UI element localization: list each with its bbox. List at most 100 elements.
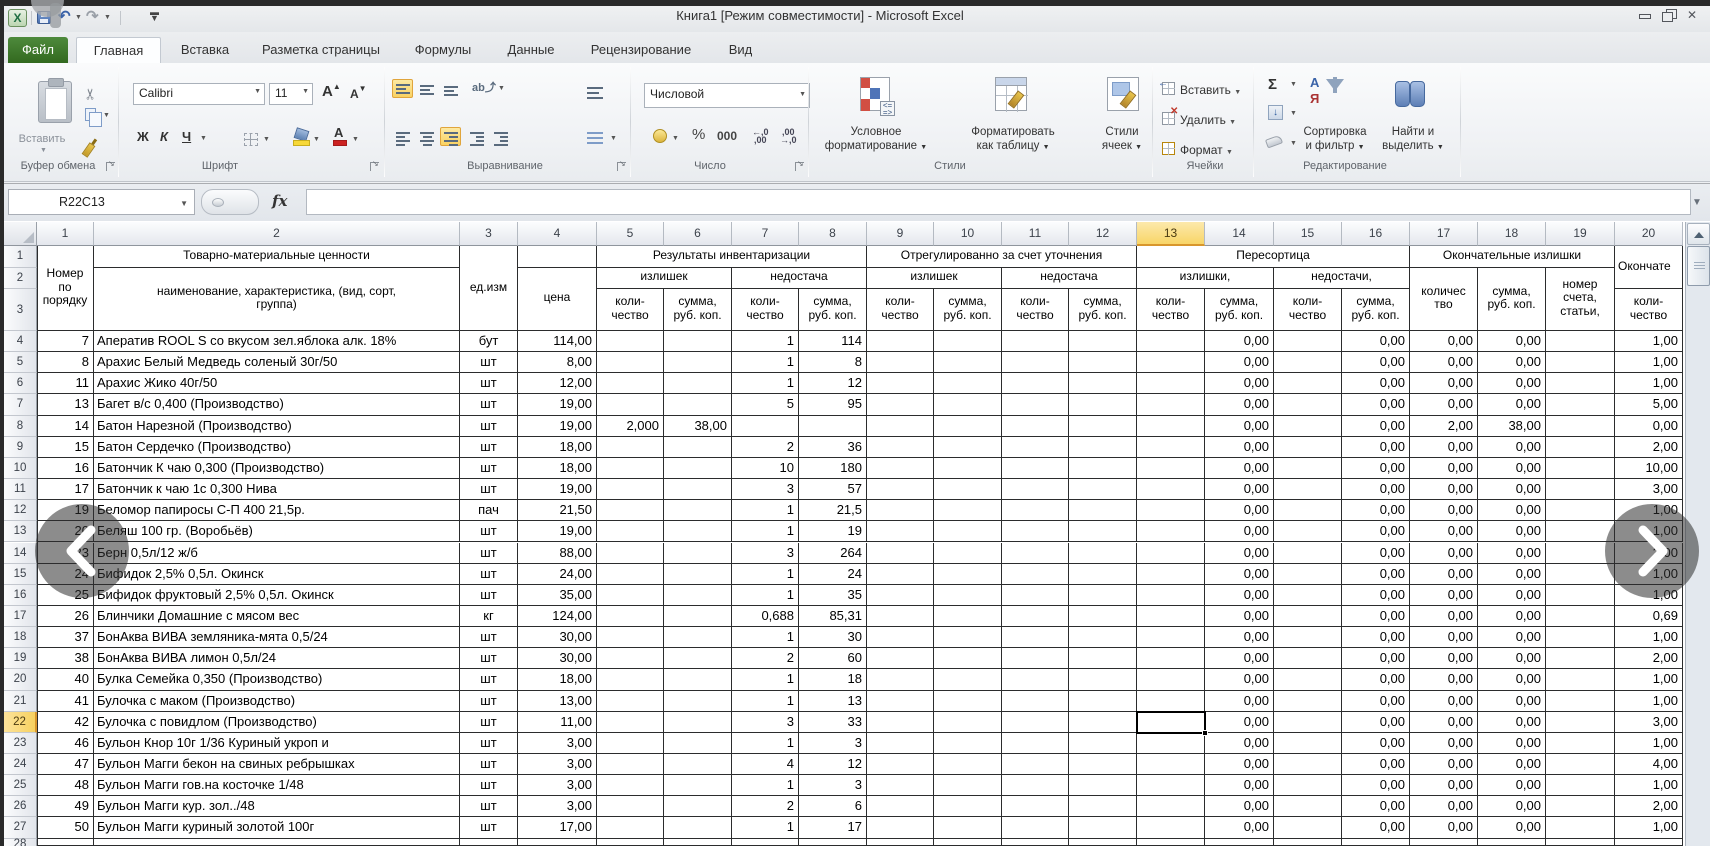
cell[interactable] bbox=[1002, 585, 1069, 606]
cell[interactable] bbox=[1274, 775, 1342, 796]
cell[interactable]: 50 bbox=[37, 817, 94, 838]
cell[interactable] bbox=[934, 648, 1002, 669]
row-header-8[interactable]: 8 bbox=[4, 416, 37, 437]
cell[interactable]: 0,00 bbox=[1205, 373, 1274, 394]
cell[interactable] bbox=[664, 479, 732, 500]
cell[interactable]: 41 bbox=[37, 691, 94, 712]
header-cell[interactable]: сумма,руб. коп. bbox=[934, 289, 1002, 331]
cell[interactable] bbox=[1546, 817, 1615, 838]
cell[interactable]: шт bbox=[460, 796, 518, 817]
cell[interactable]: 10,00 bbox=[1615, 458, 1683, 479]
col-header-1[interactable]: 1 bbox=[37, 222, 94, 246]
cell[interactable]: 4 bbox=[732, 754, 799, 775]
cell[interactable] bbox=[1274, 564, 1342, 585]
cell[interactable] bbox=[664, 648, 732, 669]
cell[interactable] bbox=[1002, 754, 1069, 775]
cell[interactable]: 0,00 bbox=[1205, 669, 1274, 690]
cell[interactable]: 1 bbox=[732, 669, 799, 690]
cell[interactable]: Бифидок 2,5% 0,5л. Окинск bbox=[94, 564, 460, 585]
cell[interactable] bbox=[597, 458, 664, 479]
cell[interactable] bbox=[664, 564, 732, 585]
row-header-3[interactable]: 3 bbox=[4, 289, 37, 331]
cell[interactable]: шт bbox=[460, 458, 518, 479]
cell[interactable]: 16 bbox=[37, 458, 94, 479]
cell[interactable]: 0,00 bbox=[1478, 817, 1546, 838]
cell[interactable]: 1,00 bbox=[1615, 627, 1683, 648]
cell[interactable]: 21,50 bbox=[518, 500, 597, 521]
cell[interactable]: 0,00 bbox=[1342, 331, 1410, 352]
cell[interactable]: 18,00 bbox=[518, 458, 597, 479]
align-middle-icon[interactable] bbox=[416, 79, 437, 98]
cell[interactable] bbox=[934, 352, 1002, 373]
cell[interactable]: 13 bbox=[37, 394, 94, 415]
cell[interactable]: 8 bbox=[799, 352, 867, 373]
cell[interactable] bbox=[1546, 796, 1615, 817]
cell[interactable]: Беломор папиросы С-П 400 21,5р. bbox=[94, 500, 460, 521]
cell[interactable] bbox=[934, 564, 1002, 585]
row-header-23[interactable]: 23 bbox=[4, 733, 37, 754]
cell[interactable] bbox=[1546, 627, 1615, 648]
cell[interactable]: 95 bbox=[799, 394, 867, 415]
cell[interactable] bbox=[867, 839, 934, 846]
cell[interactable] bbox=[867, 352, 934, 373]
cell[interactable] bbox=[867, 627, 934, 648]
cell[interactable] bbox=[1002, 691, 1069, 712]
cell[interactable]: 3 bbox=[732, 543, 799, 564]
cell[interactable]: 1,00 bbox=[1615, 733, 1683, 754]
cell[interactable] bbox=[1137, 352, 1205, 373]
cell[interactable] bbox=[597, 500, 664, 521]
cell[interactable]: 33 bbox=[799, 712, 867, 733]
cell[interactable]: Арахис Белый Медведь соленый 30г/50 bbox=[94, 352, 460, 373]
header-cell[interactable]: Результаты инвентаризации bbox=[597, 246, 867, 268]
col-header-15[interactable]: 15 bbox=[1274, 222, 1342, 246]
cell[interactable]: бут bbox=[460, 331, 518, 352]
cell[interactable]: Батон Сердечко (Производство) bbox=[94, 437, 460, 458]
cell[interactable]: 0,00 bbox=[1478, 500, 1546, 521]
header-cell[interactable]: цена bbox=[518, 268, 597, 332]
cell[interactable]: шт bbox=[460, 712, 518, 733]
cell[interactable]: шт bbox=[460, 373, 518, 394]
row-header-14[interactable]: 14 bbox=[4, 543, 37, 564]
cell[interactable] bbox=[664, 331, 732, 352]
delete-cells-button[interactable]: Удалить ▼ bbox=[1180, 113, 1236, 127]
cell[interactable]: 1 bbox=[732, 500, 799, 521]
cell[interactable]: Бифидок фруктовый 2,5% 0,5л. Окинск bbox=[94, 585, 460, 606]
sort-filter-icon[interactable]: АЯ bbox=[1310, 75, 1346, 111]
underline-dropdown[interactable]: ▼ bbox=[200, 135, 207, 142]
cell[interactable] bbox=[1274, 437, 1342, 458]
decrease-decimal-icon[interactable]: ,00→,0 bbox=[780, 128, 797, 144]
cell[interactable]: 0,00 bbox=[1205, 543, 1274, 564]
align-left-icon[interactable] bbox=[392, 127, 413, 146]
cell[interactable]: 38 bbox=[37, 648, 94, 669]
cell[interactable]: шт bbox=[460, 564, 518, 585]
header-cell[interactable]: сумма,руб. коп. bbox=[1069, 289, 1137, 331]
increase-indent-icon[interactable] bbox=[490, 127, 511, 146]
header-cell[interactable]: количество bbox=[1410, 268, 1478, 332]
alignment-launcher-icon[interactable] bbox=[617, 162, 626, 171]
cell[interactable]: 0,00 bbox=[1478, 648, 1546, 669]
cell[interactable]: 0,00 bbox=[1205, 796, 1274, 817]
row-header-27[interactable]: 27 bbox=[4, 817, 37, 838]
cell[interactable]: БонАква ВИВА лимон 0,5л/24 bbox=[94, 648, 460, 669]
cell[interactable]: шт bbox=[460, 669, 518, 690]
cell[interactable] bbox=[934, 712, 1002, 733]
row-header-25[interactable]: 25 bbox=[4, 775, 37, 796]
cell[interactable] bbox=[597, 479, 664, 500]
cell[interactable] bbox=[1274, 416, 1342, 437]
cell[interactable]: 30,00 bbox=[518, 648, 597, 669]
cell[interactable] bbox=[664, 373, 732, 394]
cell[interactable] bbox=[1137, 394, 1205, 415]
cell[interactable]: 15 bbox=[37, 437, 94, 458]
cell[interactable] bbox=[1274, 648, 1342, 669]
cell[interactable] bbox=[732, 416, 799, 437]
cell[interactable]: 0,00 bbox=[1205, 521, 1274, 542]
cell[interactable] bbox=[1546, 733, 1615, 754]
italic-button[interactable]: К bbox=[160, 129, 168, 144]
cell[interactable] bbox=[867, 817, 934, 838]
cell[interactable]: шт bbox=[460, 394, 518, 415]
fill-color-icon[interactable] bbox=[293, 129, 309, 140]
cell[interactable]: 0,00 bbox=[1478, 352, 1546, 373]
cell[interactable] bbox=[1069, 754, 1137, 775]
cell[interactable]: 13 bbox=[799, 691, 867, 712]
cell[interactable]: 0,00 bbox=[1478, 394, 1546, 415]
